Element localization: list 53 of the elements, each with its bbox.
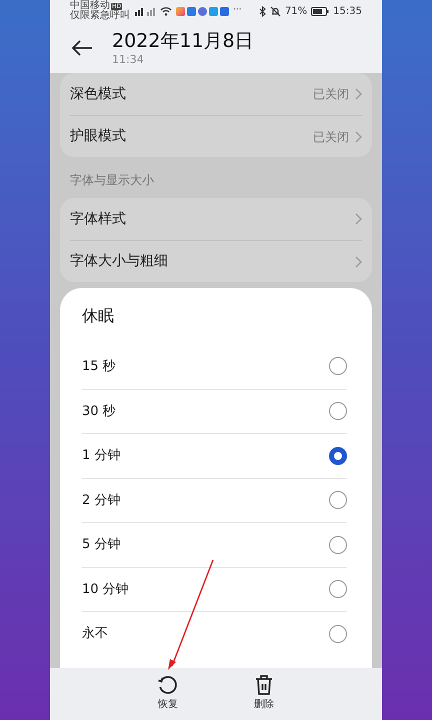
option-row[interactable]: 10 分钟: [82, 566, 347, 611]
row-value: 已关闭: [313, 128, 349, 146]
header-title: 2022年11月8日: [112, 28, 254, 52]
radio-button[interactable]: [329, 446, 347, 465]
chevron-icon: [355, 130, 362, 142]
option-row[interactable]: 15 秒: [82, 344, 347, 388]
radio-button[interactable]: [329, 402, 347, 420]
toolbar-button[interactable]: 恢复: [145, 674, 191, 716]
more-indicator: ···: [233, 4, 242, 18]
option-row[interactable]: 1 分钟: [82, 433, 347, 478]
radio-button[interactable]: [329, 580, 347, 598]
option-label: 1 分钟: [82, 447, 122, 465]
option-label: 15 秒: [82, 358, 117, 376]
radio-button[interactable]: [329, 491, 347, 510]
battery-percent: 71%: [284, 4, 308, 18]
restore-icon: [157, 674, 179, 696]
option-row[interactable]: 2 分钟: [82, 478, 347, 522]
row-label: 护眼模式: [70, 127, 127, 146]
option-label: 10 分钟: [82, 580, 130, 598]
toolbar-button[interactable]: 删除: [241, 674, 287, 716]
chevron-icon: [355, 213, 362, 225]
option-label: 30 秒: [82, 402, 117, 420]
row-label: 字体样式: [70, 210, 127, 228]
wifi-icon: [160, 6, 172, 16]
settings-row[interactable]: 护眼模式 已关闭: [70, 115, 362, 157]
row-label: 深色模式: [70, 84, 127, 104]
radio-button[interactable]: [329, 357, 347, 376]
chevron-icon: [355, 88, 362, 100]
carrier-name: 中国移动: [70, 1, 110, 11]
row-value: 已关闭: [313, 86, 349, 103]
option-label: 永不: [82, 625, 109, 643]
chevron-icon: [355, 256, 362, 268]
option-row[interactable]: 永不: [82, 611, 347, 656]
radio-button[interactable]: [329, 624, 347, 643]
status-time: 15:35: [333, 4, 362, 18]
option-row[interactable]: 5 分钟: [82, 522, 347, 566]
header-subtitle: 11:34: [112, 52, 145, 66]
dialog-title: 休眠: [82, 305, 115, 327]
battery-icon: [311, 6, 330, 16]
carrier-note: 仅限紧急呼叫: [70, 11, 130, 21]
bluetooth-icon: [258, 6, 266, 16]
signal-icon: [134, 6, 156, 16]
option-label: 5 分钟: [82, 536, 122, 554]
trash-icon: [254, 674, 274, 696]
settings-row[interactable]: 字体大小与粗细: [70, 240, 362, 282]
radio-button[interactable]: [329, 536, 347, 554]
option-label: 2 分钟: [82, 492, 122, 510]
settings-row[interactable]: 字体样式: [70, 198, 362, 240]
row-label: 字体大小与粗细: [70, 252, 169, 271]
mute-bell-icon: [270, 6, 281, 16]
section-label: 字体与显示大小: [69, 172, 155, 189]
option-row[interactable]: 30 秒: [82, 388, 347, 433]
settings-row[interactable]: 深色模式 已关闭: [70, 73, 362, 115]
